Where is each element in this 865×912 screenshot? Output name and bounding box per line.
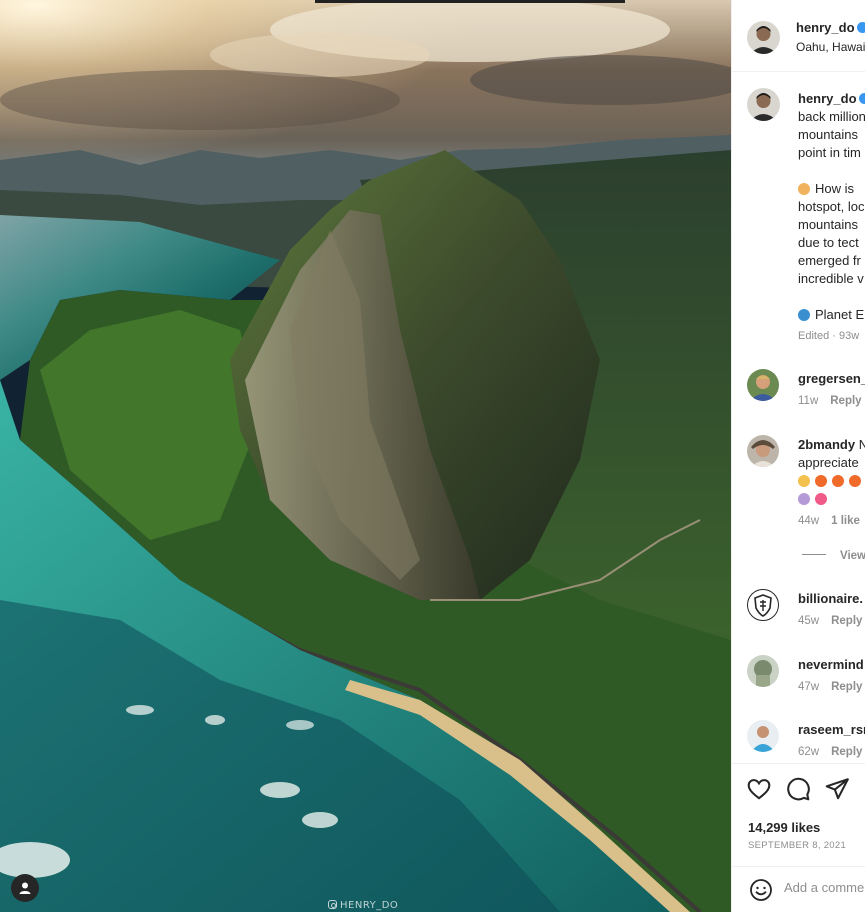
caption-line: Planet E bbox=[815, 307, 865, 322]
comment-meta: 44w 1 like bbox=[798, 515, 860, 527]
person-emoji-icon bbox=[798, 493, 810, 505]
likes-count[interactable]: 14,299 likes bbox=[748, 820, 820, 835]
comment-meta: 47w Reply bbox=[798, 681, 863, 693]
user-icon bbox=[19, 882, 31, 894]
post-header: henry_do Oahu, Hawaii bbox=[732, 0, 865, 72]
emoji-button[interactable] bbox=[749, 878, 773, 902]
shield-icon bbox=[754, 594, 772, 617]
comment-meta: 62w Reply bbox=[798, 746, 863, 758]
post-actions: 14,299 likes SEPTEMBER 8, 2021 bbox=[732, 763, 865, 871]
caption-line: incredible v bbox=[798, 271, 864, 286]
replies-line bbox=[802, 554, 826, 555]
post-photo[interactable]: HENRY_DO bbox=[0, 0, 731, 912]
commenter-username[interactable]: nevermind bbox=[798, 657, 864, 672]
commenter-username[interactable]: billionaire. bbox=[798, 591, 863, 606]
clap-emoji-icon bbox=[798, 475, 810, 487]
add-comment-bar bbox=[732, 866, 865, 912]
caption-line: emerged fr bbox=[798, 253, 861, 268]
caption-line: due to tect bbox=[798, 235, 859, 250]
post-location[interactable]: Oahu, Hawaii bbox=[796, 40, 865, 54]
heart-emoji-icon bbox=[815, 493, 827, 505]
post-side-panel: henry_do Oahu, Hawaii henry_do back mill… bbox=[731, 0, 865, 912]
fire-emoji-icon bbox=[832, 475, 844, 487]
comment-text: N bbox=[859, 437, 865, 452]
comment-meta: 11w Reply bbox=[798, 395, 862, 407]
landscape-photo bbox=[0, 0, 731, 912]
globe-emoji-icon bbox=[798, 309, 810, 321]
caption-meta: Edited · 93w bbox=[798, 330, 860, 342]
comment-likes[interactable]: 1 like bbox=[831, 515, 860, 527]
author-avatar[interactable] bbox=[747, 21, 780, 54]
user-tag-button[interactable] bbox=[11, 874, 39, 902]
commenter-username[interactable]: 2bmandy bbox=[798, 437, 855, 452]
commenter-username[interactable]: raseem_rsn bbox=[798, 722, 865, 737]
thinking-emoji-icon bbox=[798, 183, 810, 195]
comment-input[interactable] bbox=[784, 880, 865, 895]
caption-line: back million bbox=[798, 109, 865, 124]
verified-badge-icon bbox=[858, 93, 865, 104]
commenter-avatar[interactable] bbox=[747, 435, 779, 467]
caption-line: mountains bbox=[798, 217, 858, 232]
caption-author-avatar[interactable] bbox=[747, 88, 780, 121]
commenter-avatar[interactable] bbox=[747, 589, 779, 621]
view-replies-button[interactable]: View bbox=[802, 550, 865, 562]
reply-button[interactable]: Reply bbox=[831, 681, 862, 693]
caption-line: hotspot, loc bbox=[798, 199, 865, 214]
fire-emoji-icon bbox=[815, 475, 827, 487]
photo-watermark: HENRY_DO bbox=[328, 900, 398, 911]
caption-username[interactable]: henry_do bbox=[798, 91, 857, 106]
caption-line: mountains bbox=[798, 127, 858, 142]
caption-line: How is bbox=[815, 181, 855, 196]
post-date: SEPTEMBER 8, 2021 bbox=[748, 840, 847, 851]
reply-button[interactable]: Reply bbox=[831, 615, 862, 627]
like-button[interactable] bbox=[746, 776, 772, 802]
comment-meta: 45w Reply bbox=[798, 615, 863, 627]
smiley-icon bbox=[750, 879, 772, 901]
commenter-username[interactable]: gregersen_ bbox=[798, 371, 865, 386]
caption-line: point in tim bbox=[798, 145, 861, 160]
comment-button[interactable] bbox=[785, 776, 811, 802]
heart-icon bbox=[747, 779, 771, 800]
action-icons bbox=[746, 776, 850, 802]
reply-button[interactable]: Reply bbox=[830, 395, 861, 407]
reply-button[interactable]: Reply bbox=[831, 746, 862, 758]
share-button[interactable] bbox=[824, 776, 850, 802]
comment-icon bbox=[787, 777, 810, 801]
comment-text: appreciate bbox=[798, 455, 859, 470]
camera-icon bbox=[328, 900, 337, 909]
send-icon bbox=[825, 778, 849, 800]
comments-list[interactable]: henry_do back million mountains point in… bbox=[732, 73, 865, 763]
commenter-avatar[interactable] bbox=[747, 720, 779, 752]
post-caption: henry_do back million mountains point in… bbox=[798, 90, 865, 324]
commenter-avatar[interactable] bbox=[747, 655, 779, 687]
commenter-avatar[interactable] bbox=[747, 369, 779, 401]
fire-emoji-icon bbox=[849, 475, 861, 487]
author-username[interactable]: henry_do bbox=[796, 20, 865, 35]
verified-badge-icon bbox=[856, 22, 865, 33]
